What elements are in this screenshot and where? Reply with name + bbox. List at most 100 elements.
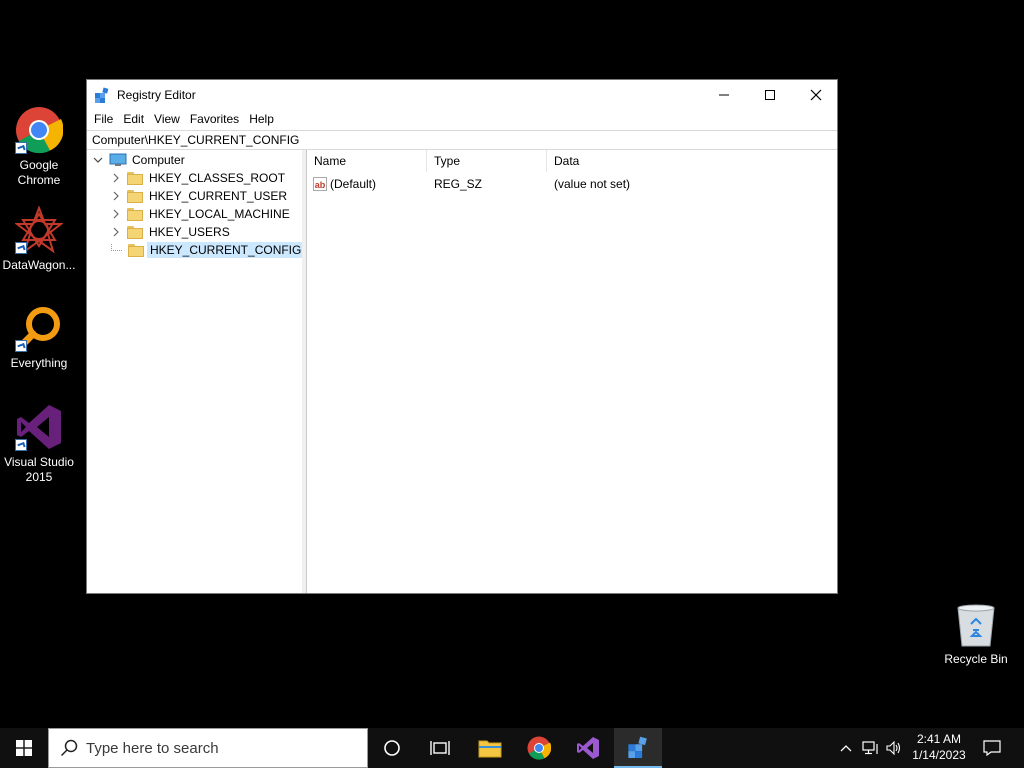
values-list: Name Type Data ab (Default) REG_SZ (valu…	[307, 150, 837, 593]
tree-item-hkey-current-config[interactable]: HKEY_CURRENT_CONFIG	[111, 241, 305, 259]
string-value-icon: ab	[313, 177, 327, 191]
column-header-type[interactable]: Type	[427, 150, 547, 172]
desktop-icon-everything[interactable]: Everything	[1, 304, 77, 371]
taskbar-clock[interactable]: 2:41 AM 1/14/2023	[906, 731, 972, 763]
notification-icon	[983, 740, 1001, 756]
menu-favorites[interactable]: Favorites	[185, 112, 244, 126]
visual-studio-icon	[577, 737, 599, 759]
tree-item-computer[interactable]: Computer	[93, 151, 185, 169]
chrome-icon	[15, 106, 64, 154]
value-data: (value not set)	[554, 177, 631, 191]
menu-file[interactable]: File	[89, 112, 118, 126]
taskbar-registry-editor[interactable]	[614, 728, 662, 768]
file-explorer-icon	[478, 740, 502, 758]
close-icon	[810, 89, 822, 101]
desktop-icon-label: DataWagon...	[2, 258, 76, 272]
desktop-icon-visual-studio[interactable]: Visual Studio 2015	[1, 403, 77, 485]
volume-button[interactable]	[884, 728, 904, 768]
taskbar-file-explorer[interactable]	[466, 728, 514, 768]
datawagon-icon	[14, 205, 64, 254]
minimize-icon	[719, 94, 729, 96]
column-header-data[interactable]: Data	[547, 150, 837, 172]
recycle-bin-icon	[957, 604, 995, 647]
list-header: Name Type Data	[307, 150, 837, 172]
key-tree: Computer HKEY_CLASSES_ROOT HKEY_CURRENT_…	[87, 150, 305, 593]
computer-icon	[109, 153, 127, 166]
clock-date: 1/14/2023	[912, 748, 966, 762]
tree-connector	[111, 243, 122, 251]
desktop-icon-label: Google Chrome	[17, 158, 61, 187]
tree-item-label: HKEY_CLASSES_ROOT	[149, 171, 286, 185]
windows-logo-icon	[16, 740, 32, 756]
tree-item-label: Computer	[132, 153, 185, 167]
tree-item-hkey-users[interactable]: HKEY_USERS	[111, 223, 230, 241]
shortcut-arrow-icon	[15, 340, 27, 352]
chevron-right-icon[interactable]	[111, 209, 121, 219]
registry-editor-icon	[95, 87, 109, 103]
menu-edit[interactable]: Edit	[118, 112, 149, 126]
window-title: Registry Editor	[117, 88, 196, 102]
tree-item-label: HKEY_USERS	[149, 225, 230, 239]
search-icon	[60, 739, 78, 757]
cortana-circle-icon	[384, 740, 400, 756]
chevron-right-icon[interactable]	[111, 227, 121, 237]
chevron-right-icon[interactable]	[111, 191, 121, 201]
folder-icon	[127, 225, 143, 239]
address-path: Computer\HKEY_CURRENT_CONFIG	[92, 133, 300, 147]
content-panes: Computer HKEY_CLASSES_ROOT HKEY_CURRENT_…	[87, 150, 837, 593]
maximize-button[interactable]	[747, 80, 793, 110]
tree-item-label: HKEY_CURRENT_USER	[149, 189, 288, 203]
tree-item-hkey-local-machine[interactable]: HKEY_LOCAL_MACHINE	[111, 205, 290, 223]
show-hidden-icons-button[interactable]	[836, 728, 856, 768]
tree-item-label: HKEY_LOCAL_MACHINE	[149, 207, 290, 221]
folder-icon	[128, 243, 144, 257]
taskbar-visual-studio[interactable]	[564, 728, 612, 768]
desktop-icon-label: Recycle Bin	[944, 652, 1008, 666]
desktop-icon-datawagon[interactable]: DataWagon...	[1, 205, 77, 273]
desktop-icon-label: Visual Studio 2015	[4, 455, 74, 484]
start-button[interactable]	[0, 728, 48, 768]
task-view-button[interactable]	[416, 728, 464, 768]
network-button[interactable]	[860, 728, 882, 768]
cortana-button[interactable]	[368, 728, 416, 768]
value-row-default[interactable]: ab (Default) REG_SZ (value not set)	[307, 175, 630, 193]
desktop-icon-chrome[interactable]: Google Chrome	[1, 106, 77, 188]
desktop-icon-label: Everything	[10, 356, 68, 370]
task-view-icon	[430, 741, 450, 755]
registry-editor-window: Registry Editor File Edit View Favorites…	[86, 79, 838, 594]
network-icon	[862, 741, 878, 755]
tree-item-hkey-classes-root[interactable]: HKEY_CLASSES_ROOT	[111, 169, 285, 187]
shortcut-arrow-icon	[15, 242, 27, 254]
visual-studio-icon	[15, 403, 63, 451]
title-bar[interactable]: Registry Editor	[87, 80, 837, 110]
value-type: REG_SZ	[434, 177, 483, 191]
search-placeholder: Type here to search	[86, 739, 219, 757]
chevron-down-icon[interactable]	[93, 155, 103, 165]
tree-item-hkey-current-user[interactable]: HKEY_CURRENT_USER	[111, 187, 287, 205]
taskbar-search-box[interactable]: Type here to search	[48, 728, 368, 768]
minimize-button[interactable]	[701, 80, 747, 110]
chrome-icon	[527, 736, 551, 760]
maximize-icon	[765, 90, 775, 100]
value-name: (Default)	[330, 177, 377, 191]
desktop-icon-recycle-bin[interactable]: Recycle Bin	[940, 602, 1012, 666]
speaker-icon	[886, 741, 901, 755]
shortcut-arrow-icon	[15, 142, 27, 154]
action-center-button[interactable]	[978, 728, 1006, 768]
address-bar[interactable]: Computer\HKEY_CURRENT_CONFIG	[87, 130, 837, 150]
menu-help[interactable]: Help	[244, 112, 279, 126]
chevron-right-icon[interactable]	[111, 173, 121, 183]
column-header-name[interactable]: Name	[307, 150, 427, 172]
taskbar: Type here to search 2:41 AM 1/14/2023	[0, 728, 1024, 768]
taskbar-chrome[interactable]	[515, 728, 563, 768]
menu-view[interactable]: View	[149, 112, 185, 126]
clock-time: 2:41 AM	[916, 732, 962, 746]
registry-editor-icon	[628, 736, 647, 758]
folder-icon	[127, 207, 143, 221]
everything-search-icon	[15, 304, 63, 352]
shortcut-arrow-icon	[15, 439, 27, 451]
folder-icon	[127, 171, 143, 185]
close-button[interactable]	[793, 80, 839, 110]
folder-icon	[127, 189, 143, 203]
menu-bar: File Edit View Favorites Help	[87, 110, 837, 128]
